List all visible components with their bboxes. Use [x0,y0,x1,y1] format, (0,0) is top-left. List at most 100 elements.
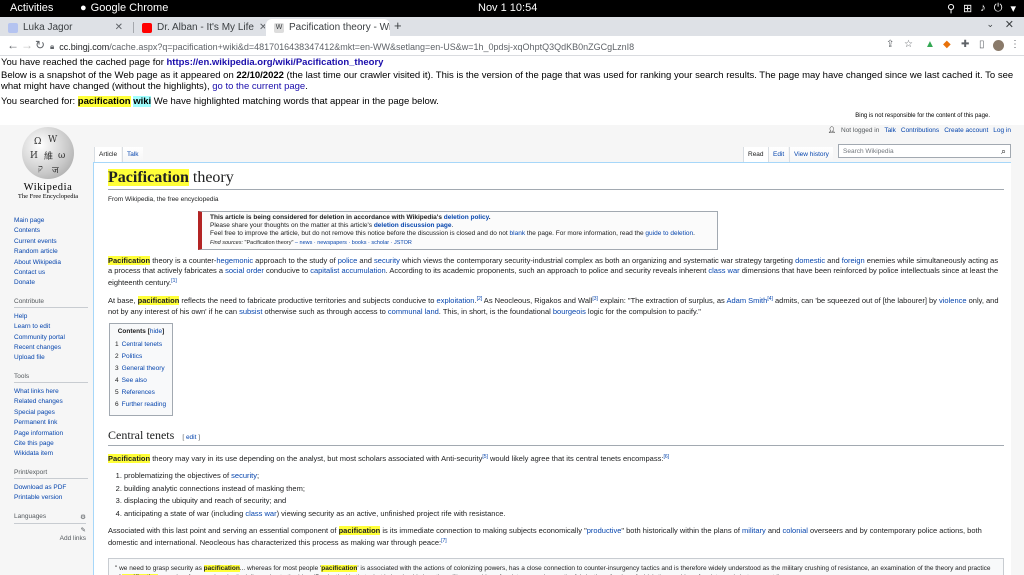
sidebar-item-random-article[interactable]: Random article [14,247,94,257]
wikipedia-logo[interactable]: ΩW И維ω קज Wikipedia The Free Encyclopedi… [14,127,82,200]
add-links[interactable]: ✎ Add links [14,526,86,544]
menu-kebab-icon[interactable]: ⋮ [1010,39,1020,50]
sidebar-item-community-portal[interactable]: Community portal [14,333,94,343]
logo-wordmark: Wikipedia [23,182,73,193]
browser-toolbar: ← → ↻ 🔒︎ cc.bingj.com/cache.aspx?q=pacif… [0,36,1024,56]
tab-luka-jagor[interactable]: Luka Jagor ✕ [0,19,131,36]
talk-link[interactable]: Talk [884,127,896,134]
sidebar-item-special-pages[interactable]: Special pages [14,408,94,418]
tab-edit[interactable]: Edit [768,147,789,162]
cached-url-link[interactable]: https://en.wikipedia.org/wiki/Pacificati… [167,57,384,68]
tab-search-icon[interactable]: ⌄ [986,19,994,30]
sidebar-item-wikidata-item[interactable]: Wikidata item [14,449,94,459]
blank-link[interactable]: blank [510,230,526,237]
sidebar-item-current-events[interactable]: Current events [14,237,94,247]
not-logged-in: Not logged in [841,126,880,134]
extension-icon[interactable]: ◆ [943,39,951,50]
tab-dr-alban[interactable]: Dr. Alban - It's My Life ✕ [134,19,265,36]
languages-heading: Languages ⚙ [14,513,86,524]
tab-pacification-theory[interactable]: W Pacification theory - Wiki ✕ [266,19,390,36]
lock-icon[interactable]: 🔒︎ [50,42,54,52]
intro-paragraph-1: Pacification theory is a counter-hegemon… [108,255,999,288]
close-icon[interactable]: ✕ [259,22,265,33]
page-title: Pacification theory [108,169,1004,190]
sidebar-item-upload-file[interactable]: Upload file [14,353,94,363]
tab-view-history[interactable]: View history [789,147,833,162]
log-in-link[interactable]: Log in [993,127,1011,134]
wikipedia-search-input[interactable]: Search Wikipedia ⌕ [838,144,1011,158]
system-tray[interactable]: ⚲ ⊞ ♪ ⏻ ▾ [947,2,1016,15]
sidebar-item-donate[interactable]: Donate [14,278,94,288]
print-heading: Print/export [14,469,88,479]
tab-article[interactable]: Article [94,147,122,162]
tab-strip: Luka Jagor ✕ Dr. Alban - It's My Life ✕ … [0,17,1024,36]
tab-label: Pacification theory - Wiki [289,22,390,33]
page-content: You have reached the cached page for htt… [0,56,1024,575]
drive-extension-icon[interactable]: ▲ [925,39,935,50]
intro-paragraph-2: At base, pacification reflects the need … [108,296,999,316]
deletion-policy-link[interactable]: deletion policy [444,214,489,221]
share-icon[interactable]: ⇪ [886,39,894,50]
list-item: displacing the ubiquity and reach of sec… [124,495,1011,508]
sidebar-item-learn-to-edit[interactable]: Learn to edit [14,322,94,332]
sidebar-item-contact-us[interactable]: Contact us [14,268,94,278]
guide-to-deletion-link[interactable]: guide to deletion [645,230,693,237]
sidebar-item-download-as-pdf[interactable]: Download as PDF [14,483,94,493]
tab-label: Luka Jagor [23,22,73,33]
wikipedia-globe-icon: ΩW И維ω קज [22,127,74,179]
app-menu[interactable]: ● Google Chrome [80,2,168,14]
sidebar-item-help[interactable]: Help [14,312,94,322]
edit-section-link[interactable]: edit [186,434,196,441]
find-sources-links[interactable]: – news · newspapers · books · scholar · … [293,240,412,246]
create-account-link[interactable]: Create account [944,127,988,134]
tab-label: Dr. Alban - It's My Life [157,22,254,33]
sidebar-item-about-wikipedia[interactable]: About Wikipedia [14,258,94,268]
youtube-icon [142,22,152,33]
table-of-contents: Contents [hide] 1 Central tenets 2 Politics… [109,322,173,416]
toc-item[interactable]: 2 Politics [115,351,167,363]
extensions-puzzle-icon[interactable]: ✚ [961,39,969,50]
toc-item[interactable]: 3 General theory [115,363,167,375]
accessibility-icon[interactable]: ⚲ [947,2,955,15]
back-icon[interactable]: ← [7,38,19,52]
sidebar-item-printable-version[interactable]: Printable version [14,493,94,503]
gear-icon[interactable]: ⚙ [80,513,86,521]
reload-icon[interactable]: ↻ [35,38,45,52]
sidebar-item-cite-this-page[interactable]: Cite this page [14,439,94,449]
article-content: Pacification theory From Wikipedia, the … [93,162,1011,575]
bookmark-star-icon[interactable]: ☆ [904,39,913,50]
power-icon[interactable]: ⏻ [994,2,1003,15]
address-bar[interactable]: 🔒︎ cc.bingj.com/cache.aspx?q=pacificatio… [50,39,875,54]
tab-talk[interactable]: Talk [122,147,143,162]
toc-item[interactable]: 5 References [115,387,167,399]
volume-icon[interactable]: ♪ [980,2,986,15]
wikipedia-sidebar: Main page Contents Current events Random ar… [14,216,94,544]
toc-item[interactable]: 6 Further reading [115,399,167,411]
contributions-link[interactable]: Contributions [901,127,939,134]
sidebar-item-permanent-link[interactable]: Permanent link [14,418,94,428]
forward-icon[interactable]: → [21,38,33,52]
close-icon[interactable]: ✕ [115,22,123,33]
sidebar-item-main-page[interactable]: Main page [14,216,94,226]
sidebar-item-contents[interactable]: Contents [14,226,94,236]
toc-item[interactable]: 1 Central tenets [115,339,167,351]
toc-hide-link[interactable]: hide [150,328,162,335]
clock[interactable]: Nov 1 10:54 [478,2,537,14]
sidebar-item-related-changes[interactable]: Related changes [14,397,94,407]
user-icon: 👤︎ [827,127,836,134]
sidebar-icon[interactable]: ▯ [979,39,985,50]
current-page-link[interactable]: go to the current page [212,81,305,92]
profile-avatar[interactable] [993,40,1004,51]
sidebar-item-recent-changes[interactable]: Recent changes [14,343,94,353]
window-close-icon[interactable]: ✕ [1005,18,1014,31]
activities-button[interactable]: Activities [10,2,53,14]
sidebar-item-what-links-here[interactable]: What links here [14,387,94,397]
chevron-down-icon[interactable]: ▾ [1010,2,1016,15]
tab-read[interactable]: Read [743,147,768,162]
sidebar-item-page-information[interactable]: Page information [14,429,94,439]
search-icon[interactable]: ⌕ [1001,146,1006,157]
deletion-discussion-link[interactable]: deletion discussion page [374,222,452,229]
network-icon[interactable]: ⊞ [963,2,972,15]
toc-item[interactable]: 4 See also [115,375,167,387]
new-tab-button[interactable]: + [394,18,402,33]
